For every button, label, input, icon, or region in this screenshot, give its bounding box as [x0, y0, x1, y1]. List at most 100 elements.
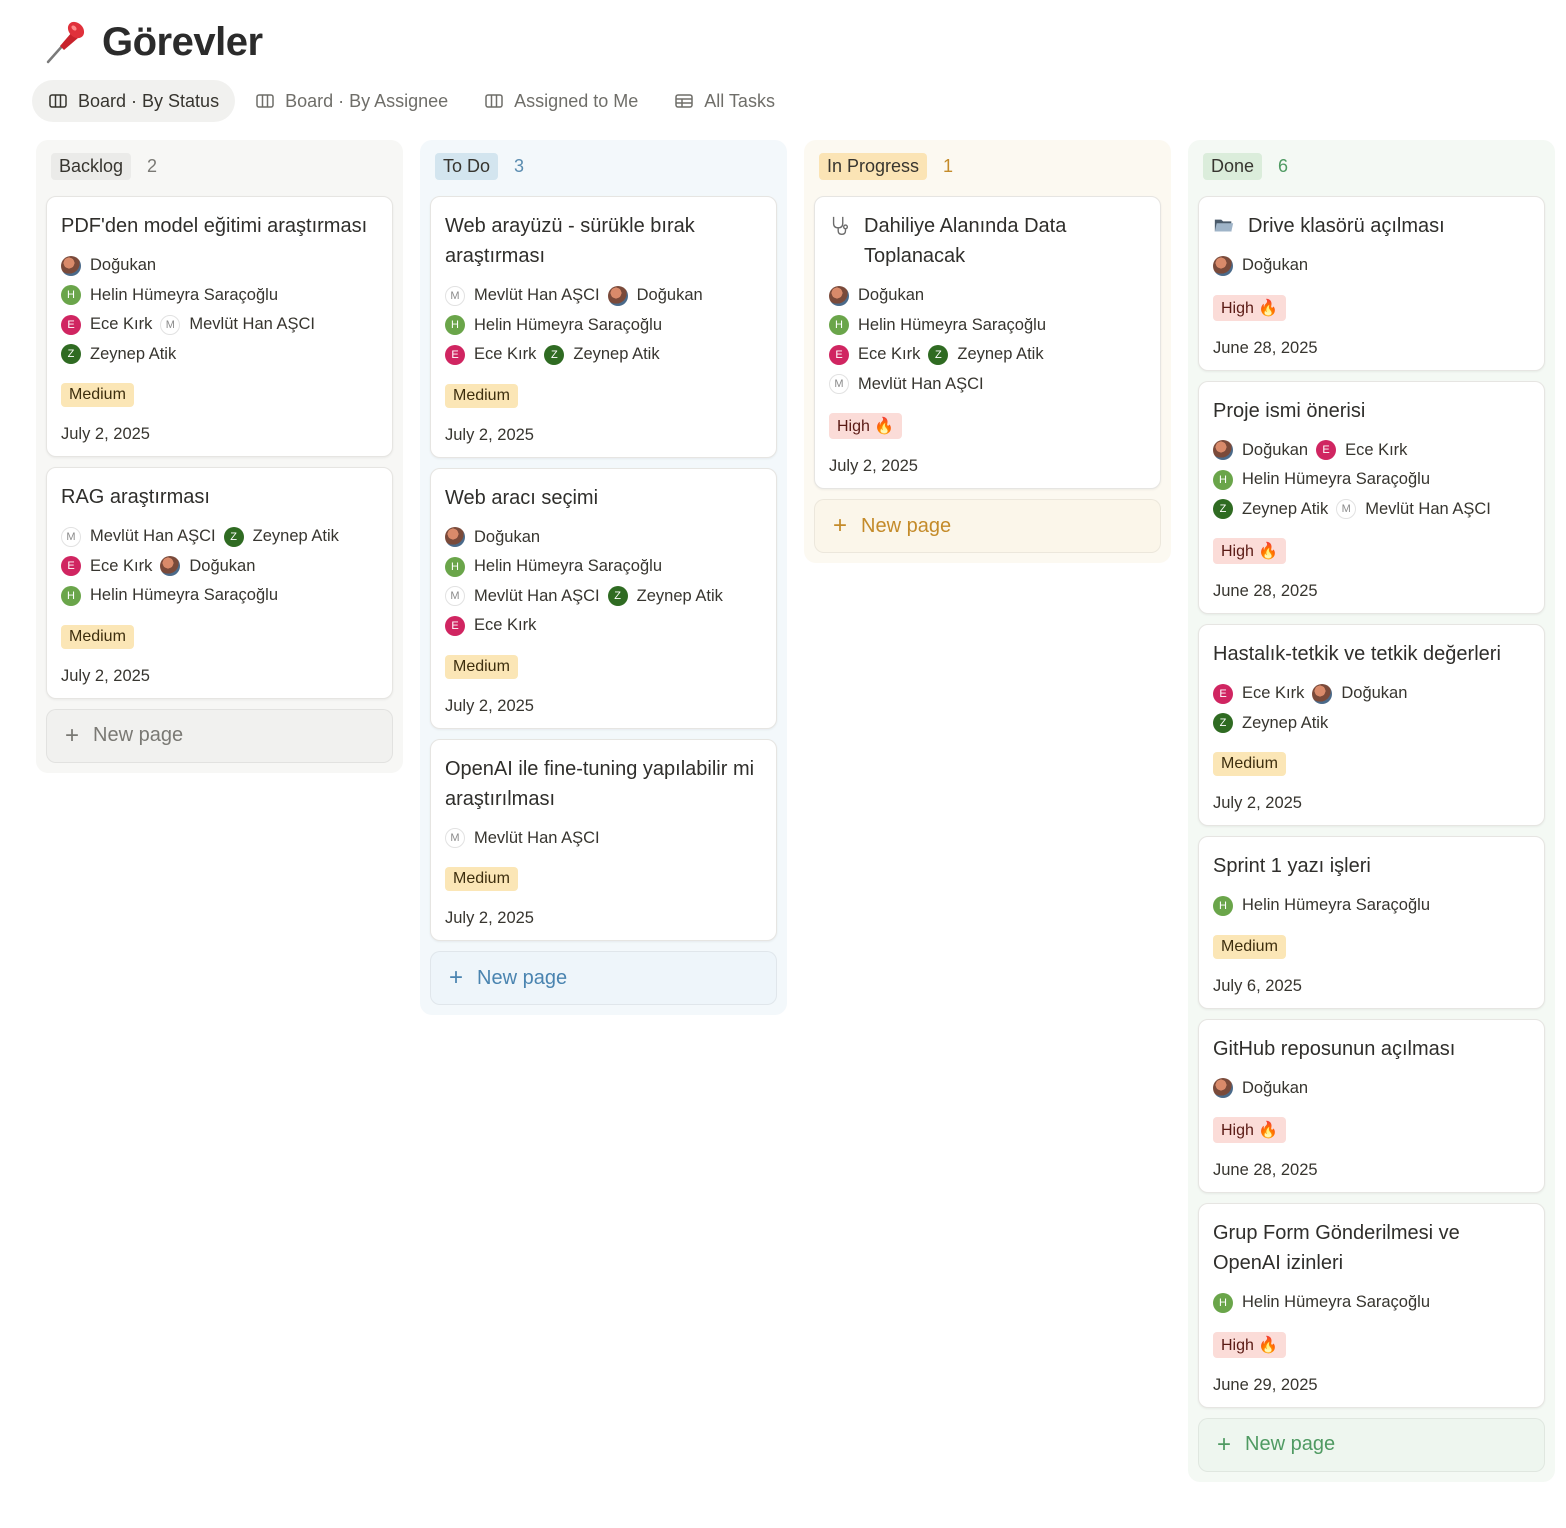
avatar-initial: E	[61, 556, 81, 577]
avatar-photo	[445, 527, 465, 548]
board-icon	[49, 94, 67, 108]
task-card[interactable]: RAG araştırması M Mevlüt Han AŞCI Z Zeynep A…	[46, 467, 393, 699]
avatar-initial: Z	[1213, 713, 1233, 734]
due-date: July 2, 2025	[829, 457, 918, 475]
column-in-progress: In Progress 1 Dahiliye Alanında Data Topla…	[804, 140, 1171, 563]
card-title: GitHub reposunun açılması	[1213, 1034, 1530, 1064]
task-card[interactable]: Grup Form Gönderilmesi ve OpenAI izinler…	[1198, 1203, 1545, 1408]
avatar-initial: E	[445, 615, 465, 636]
task-card[interactable]: PDF'den model eğitimi araştırması Doğukan…	[46, 196, 393, 457]
priority-row: Medium	[1213, 738, 1530, 776]
assignee-name: Zeynep Atik	[573, 345, 660, 364]
avatar-photo	[160, 556, 181, 577]
page-header: Görevler	[40, 14, 263, 70]
page-title: Görevler	[102, 19, 263, 64]
avatar-photo	[607, 285, 628, 306]
assignees: M Mevlüt Han AŞCI	[445, 824, 762, 854]
assignee-name: Doğukan	[189, 556, 256, 575]
assignee-name: Mevlüt Han AŞCI	[189, 315, 315, 334]
assignee: H Helin Hümeyra Saraçoğlu	[61, 281, 278, 311]
avatar-initial: H	[61, 285, 81, 306]
assignee: Z Zeynep Atik	[607, 582, 723, 612]
due-date: July 2, 2025	[61, 666, 150, 685]
new-page-button[interactable]: + New page	[430, 951, 777, 1005]
assignee-name: Ece Kırk	[474, 616, 537, 635]
card-title-text: Sprint 1 yazı işleri	[1213, 855, 1371, 877]
folder-icon	[1214, 219, 1234, 232]
assignee-name: Helin Hümeyra Saraçoğlu	[1242, 470, 1431, 489]
assignee-name: Doğukan	[1242, 1078, 1309, 1097]
avatar-initial: E	[1316, 440, 1337, 461]
due-date: July 2, 2025	[445, 909, 534, 927]
plus-icon: +	[449, 964, 464, 991]
assignee-name: Helin Hümeyra Saraçoğlu	[90, 586, 279, 605]
new-page-button[interactable]: + New page	[1198, 1417, 1545, 1472]
avatar-initial: E	[1213, 683, 1233, 704]
card-title-text: OpenAI ile fine-tuning yapılabilir mi ar…	[445, 757, 755, 810]
tab-board-by-assignee[interactable]: Board · By Assignee	[239, 80, 464, 122]
task-card[interactable]: Proje ismi önerisi Doğukan E Ece Kırk H Helin…	[1198, 380, 1545, 614]
priority-row: Medium	[445, 641, 762, 679]
avatar-initial: E	[61, 314, 81, 335]
assignee: M Mevlüt Han AŞCI	[829, 370, 984, 400]
avatar-initial: H	[1213, 469, 1233, 490]
avatar-initial: H	[1213, 895, 1233, 916]
assignee: H Helin Hümeyra Saraçoğlu	[1213, 465, 1430, 495]
assignee: E Ece Kırk	[1316, 436, 1407, 466]
assignee: Z Zeynep Atik	[61, 340, 176, 370]
card-title: OpenAI ile fine-tuning yapılabilir mi ar…	[445, 754, 762, 814]
assignees: Doğukan H Helin Hümeyra Saraçoğlu E Ece Kırk…	[61, 251, 378, 369]
priority-badge: High 🔥	[1213, 1331, 1287, 1358]
avatar-initial: H	[445, 315, 465, 336]
assignee: E Ece Kırk	[1213, 679, 1304, 709]
card-title: Web arayüzü - sürükle bırak araştırması	[445, 211, 762, 271]
task-card[interactable]: Web aracı seçimi Doğukan H Helin Hümeyra Sa…	[430, 467, 777, 729]
priority-row: High 🔥	[1213, 524, 1530, 564]
card-title-text: Hastalık-tetkik ve tetkik değerleri	[1213, 643, 1501, 665]
priority-row: Medium	[445, 853, 762, 891]
task-card[interactable]: Hastalık-tetkik ve tetkik değerleri E Ece …	[1198, 624, 1545, 826]
task-card[interactable]: GitHub reposunun açılması Doğukan High 🔥 Ju…	[1198, 1018, 1545, 1193]
priority-badge: High 🔥	[1213, 294, 1287, 321]
tab-board-by-status[interactable]: Board · By Status	[32, 80, 236, 122]
new-page-button[interactable]: + New page	[46, 708, 393, 763]
status-pill: Backlog	[51, 152, 132, 180]
avatar-initial: Z	[1213, 499, 1233, 520]
assignee: Doğukan	[829, 281, 924, 311]
assignee-name: Ece Kırk	[858, 345, 921, 364]
tab-label: Assigned to Me	[514, 90, 639, 111]
task-card[interactable]: Web arayüzü - sürükle bırak araştırması M…	[430, 196, 777, 458]
priority-row: Medium	[1213, 921, 1530, 959]
avatar-photo	[1213, 1078, 1233, 1099]
new-page-label: New page	[477, 966, 568, 989]
assignees: H Helin Hümeyra Saraçoğlu	[1213, 1288, 1530, 1318]
column-header: In Progress 1	[814, 140, 1161, 192]
assignees: E Ece Kırk Doğukan Z Zeynep Atik	[1213, 679, 1530, 738]
card-count: 1	[943, 155, 954, 176]
priority-row: High 🔥	[829, 399, 1146, 439]
tab-assigned-to-me[interactable]: Assigned to Me	[468, 80, 654, 122]
task-card[interactable]: Dahiliye Alanında Data Toplanacak Doğukan…	[814, 196, 1161, 489]
assignee-name: Zeynep Atik	[1242, 499, 1329, 518]
assignee: E Ece Kırk	[829, 340, 920, 370]
avatar-initial: M	[61, 526, 81, 547]
assignee: E Ece Kırk	[445, 340, 536, 370]
assignee: M Mevlüt Han AŞCI	[1336, 495, 1491, 525]
assignee-name: Helin Hümeyra Saraçoğlu	[90, 285, 279, 304]
priority-row: High 🔥	[1213, 281, 1530, 321]
due-date: June 28, 2025	[1213, 1161, 1318, 1179]
task-card[interactable]: OpenAI ile fine-tuning yapılabilir mi ar…	[430, 738, 777, 941]
board-icon	[485, 94, 503, 108]
task-card[interactable]: Drive klasörü açılması Doğukan High 🔥 June …	[1198, 196, 1545, 371]
card-title: Web aracı seçimi	[445, 483, 762, 513]
priority-badge: Medium	[61, 624, 134, 649]
due-date: July 2, 2025	[1213, 794, 1302, 812]
avatar-initial: M	[1336, 499, 1357, 520]
task-card[interactable]: Sprint 1 yazı işleri H Helin Hümeyra Saraç…	[1198, 836, 1545, 1009]
assignee-name: Mevlüt Han AŞCI	[90, 527, 216, 546]
tab-all-tasks[interactable]: All Tasks	[658, 80, 791, 122]
avatar-initial: M	[445, 828, 465, 849]
avatar-initial: M	[445, 285, 465, 306]
new-page-button[interactable]: + New page	[814, 499, 1161, 553]
avatar-photo	[61, 255, 81, 276]
